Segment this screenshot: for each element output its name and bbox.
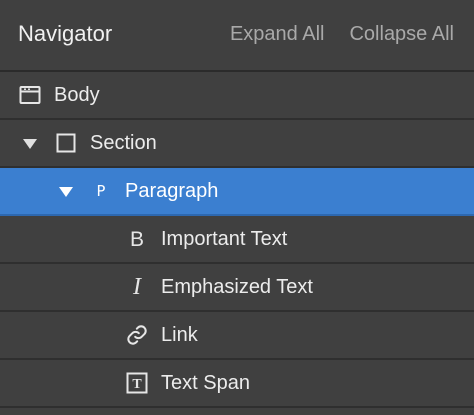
chevron-down-icon[interactable] (59, 187, 73, 197)
tree-item-label: Emphasized Text (161, 275, 313, 298)
collapse-all-button[interactable]: Collapse All (349, 23, 454, 46)
paragraph-icon: P (96, 181, 106, 200)
navigator-title: Navigator (18, 21, 113, 46)
chevron-down-icon[interactable] (23, 139, 37, 149)
navigator-tree: Body Section P Paragraph B Important Tex… (0, 72, 474, 408)
tree-item-label: Text Span (161, 371, 250, 394)
tree-item-label: Paragraph (125, 179, 219, 202)
expand-all-button[interactable]: Expand All (230, 23, 325, 46)
navigator-panel: Navigator Expand All Collapse All Body S… (0, 0, 474, 415)
section-icon (54, 131, 78, 155)
navigator-header: Navigator Expand All Collapse All (0, 0, 474, 72)
tree-item-paragraph[interactable]: P Paragraph (0, 168, 474, 216)
body-icon (18, 83, 42, 107)
link-icon (125, 323, 149, 347)
text-span-icon: T (125, 371, 149, 395)
svg-text:T: T (132, 377, 142, 392)
tree-item-label: Link (161, 323, 198, 346)
tree-item-label: Important Text (161, 227, 288, 250)
tree-item-body[interactable]: Body (0, 72, 474, 120)
italic-icon: I (133, 274, 141, 300)
tree-item-label: Section (90, 131, 157, 154)
tree-item-text-span[interactable]: T Text Span (0, 360, 474, 408)
tree-item-label: Body (54, 83, 100, 106)
tree-item-link[interactable]: Link (0, 312, 474, 360)
tree-item-important-text[interactable]: B Important Text (0, 216, 474, 264)
bold-icon: B (129, 227, 144, 251)
tree-item-section[interactable]: Section (0, 120, 474, 168)
tree-item-emphasized-text[interactable]: I Emphasized Text (0, 264, 474, 312)
